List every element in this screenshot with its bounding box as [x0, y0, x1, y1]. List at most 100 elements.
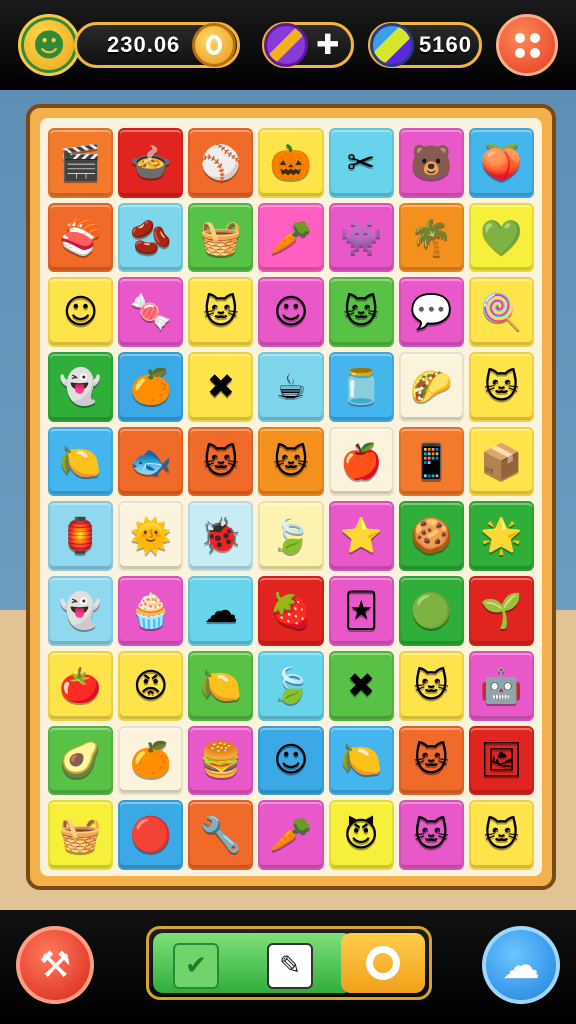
tile[interactable]: 🧺 — [48, 800, 114, 870]
check-icon[interactable]: ✔ — [173, 943, 219, 989]
hammer-button[interactable]: ⚒ — [16, 926, 94, 1004]
menu-button[interactable] — [496, 14, 558, 76]
tile[interactable]: 🎃 — [258, 128, 324, 198]
coin-icon[interactable] — [192, 23, 236, 67]
tile[interactable]: ⚾ — [188, 128, 254, 198]
tile[interactable]: 🃏 — [328, 576, 394, 646]
tile[interactable]: 🍋 — [188, 650, 254, 721]
tile[interactable]: ☺ — [258, 277, 324, 348]
tile[interactable]: 🍅 — [48, 650, 114, 721]
tile[interactable]: 💚 — [468, 202, 534, 273]
tile[interactable]: 🐱 — [188, 426, 254, 497]
tile[interactable]: 🍓 — [258, 576, 324, 646]
tile[interactable]: 👻 — [48, 352, 114, 422]
tile[interactable]: 🫙 — [328, 352, 394, 422]
tile[interactable]: 🍑 — [468, 128, 534, 198]
leaf-icon: 🍃 — [269, 516, 313, 557]
notes-icon[interactable]: ✎ — [267, 943, 313, 989]
tile[interactable]: 🌴 — [398, 202, 464, 273]
tile[interactable]: 📱 — [398, 426, 464, 497]
candy-icon: 🍬 — [129, 292, 172, 333]
tile[interactable]: ☺ — [258, 725, 324, 796]
tile[interactable]: 🟢 — [398, 576, 464, 646]
tile[interactable]: 🐟 — [118, 426, 184, 497]
tile[interactable]: 🍋 — [48, 426, 114, 497]
tile[interactable]: 🥕 — [258, 800, 324, 870]
tile[interactable]: 🍔 — [188, 725, 254, 796]
tile[interactable]: 🍪 — [398, 501, 464, 572]
tile[interactable]: 🐱 — [398, 725, 464, 796]
tile[interactable]: 🍊 — [118, 352, 184, 422]
ring-button[interactable] — [341, 933, 425, 993]
card-icon: 🃏 — [343, 591, 379, 632]
jar-icon: 🫙 — [339, 366, 383, 407]
heart-fruit-icon: 🍑 — [480, 142, 523, 183]
tile[interactable]: 🍊 — [118, 725, 184, 796]
tile[interactable]: 🥕 — [258, 202, 324, 273]
crossed-sticks-icon: ✂ — [346, 142, 376, 183]
tile[interactable]: ☺ — [48, 277, 114, 348]
gem-icon[interactable] — [370, 23, 414, 67]
candy-ball-icon: 🍭 — [480, 292, 523, 333]
tile[interactable]: 🐞 — [188, 501, 254, 572]
tile[interactable]: 🐱 — [398, 650, 464, 721]
tile[interactable]: 👾 — [328, 202, 394, 273]
spiky-face-icon: 😡 — [132, 665, 169, 706]
basket-icon: 🧺 — [199, 217, 243, 258]
tile[interactable]: ✂ — [328, 128, 394, 198]
tile[interactable]: 🤖 — [468, 650, 534, 721]
tile[interactable]: 🍎 — [328, 426, 394, 497]
cat-face-icon: 🐱 — [413, 815, 449, 856]
red-ball-icon: 🔴 — [129, 815, 172, 856]
cat-face-icon: 🐱 — [343, 292, 379, 333]
tile[interactable]: 🐱 — [188, 277, 254, 348]
tile[interactable]: 🌟 — [468, 501, 534, 572]
tile[interactable]: 🖼 — [468, 725, 534, 796]
tile[interactable]: 🥑 — [48, 725, 114, 796]
puzzle-piece-icon: ✚ — [316, 28, 340, 61]
tile[interactable]: ☁ — [188, 576, 254, 646]
tile[interactable]: 😈 — [328, 800, 394, 870]
tile[interactable]: 🍣 — [48, 202, 114, 273]
player-avatar[interactable]: ☻ — [18, 14, 80, 76]
tile[interactable]: 🔧 — [188, 800, 254, 870]
cat-face-icon: 🐱 — [413, 665, 449, 706]
tile[interactable]: 🍋 — [328, 725, 394, 796]
devil-face-icon: 😈 — [343, 815, 379, 856]
tile[interactable]: 🐱 — [468, 800, 534, 870]
tile[interactable]: 🐱 — [328, 277, 394, 348]
cat-face-icon: 🐱 — [483, 815, 520, 856]
tile[interactable]: ✖ — [188, 352, 254, 422]
puzzle-icon[interactable] — [264, 23, 308, 67]
tile[interactable]: 📦 — [468, 426, 534, 497]
tile[interactable]: ✖ — [328, 650, 394, 721]
tile[interactable]: 💬 — [398, 277, 464, 348]
cloud-button[interactable]: ☁ — [482, 926, 560, 1004]
star-face-icon: ⭐ — [339, 516, 383, 557]
tile[interactable]: 🧁 — [118, 576, 184, 646]
tile[interactable]: 🍲 — [118, 128, 184, 198]
cat-face-icon: 🐱 — [413, 740, 449, 781]
tile[interactable]: ☕ — [258, 352, 324, 422]
tile[interactable]: 🍃 — [258, 650, 324, 721]
tile[interactable]: 🏮 — [48, 501, 114, 572]
tile[interactable]: 🐱 — [468, 352, 534, 422]
tile[interactable]: 🐻 — [398, 128, 464, 198]
tile[interactable]: 👻 — [48, 576, 114, 646]
tile[interactable]: 😡 — [118, 650, 184, 721]
tile[interactable]: 🍃 — [258, 501, 324, 572]
tile[interactable]: 🌱 — [468, 576, 534, 646]
tile[interactable]: 🍭 — [468, 277, 534, 348]
tile[interactable]: 🐱 — [398, 800, 464, 870]
tile[interactable]: 🐱 — [258, 426, 324, 497]
tile[interactable]: 🌞 — [118, 501, 184, 572]
tile[interactable]: 🍬 — [118, 277, 184, 348]
tile[interactable]: 🌮 — [398, 352, 464, 422]
tile[interactable]: 🫘 — [118, 202, 184, 273]
score-value: 230.06 — [107, 32, 181, 57]
tile[interactable]: 🔴 — [118, 800, 184, 870]
tile[interactable]: 🎬 — [48, 128, 114, 198]
tile[interactable]: 🧺 — [188, 202, 254, 273]
sun-face-icon: 🌞 — [129, 516, 172, 557]
tile[interactable]: ⭐ — [328, 501, 394, 572]
